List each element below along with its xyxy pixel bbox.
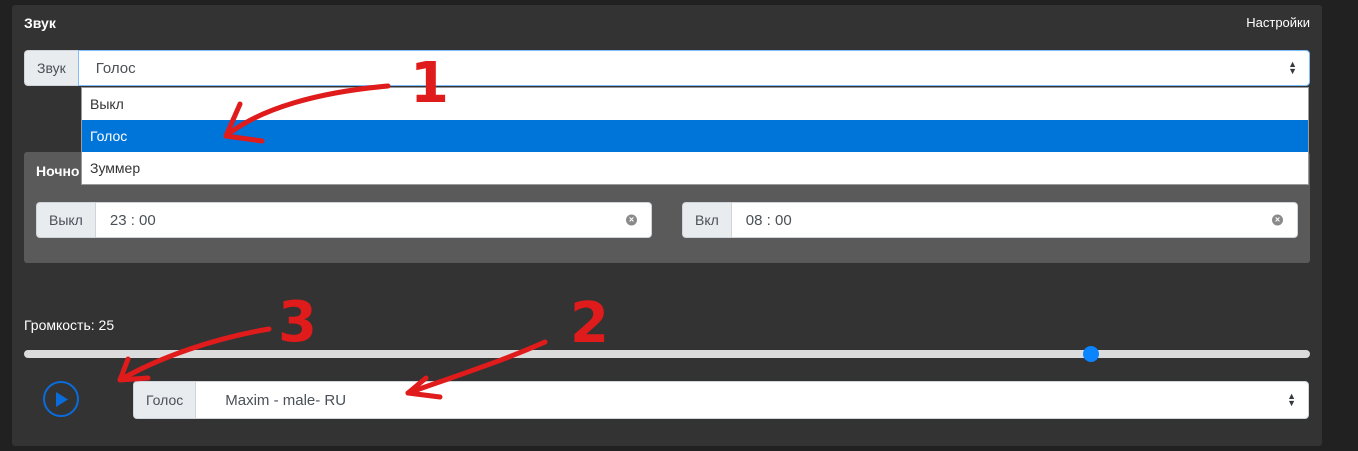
- voice-select-label: Голос: [133, 381, 196, 419]
- volume-slider[interactable]: [24, 346, 1310, 362]
- night-off-group: Выкл 23 : 00 ×: [36, 202, 652, 238]
- dropdown-option[interactable]: Зуммер: [82, 152, 1308, 184]
- sound-select-value: Голос: [95, 59, 136, 77]
- night-off-label: Выкл: [36, 202, 95, 238]
- select-caret-icon: ▲ ▼: [1288, 59, 1297, 76]
- sound-select-label: Звук: [24, 50, 78, 86]
- voice-select[interactable]: Maxim - male- RU ▲ ▼: [195, 381, 1309, 419]
- clear-icon[interactable]: ×: [1272, 214, 1283, 226]
- card-title: Звук: [24, 15, 56, 31]
- night-on-group: Вкл 08 : 00 ×: [682, 202, 1298, 238]
- sound-select[interactable]: Голос ▲ ▼: [77, 50, 1310, 86]
- night-on-label: Вкл: [682, 202, 731, 238]
- voice-select-value: Maxim - male- RU: [225, 391, 347, 409]
- dropdown-option-selected[interactable]: Голос: [82, 120, 1308, 152]
- night-mode-title: Ночно: [36, 163, 80, 179]
- volume-slider-thumb[interactable]: [1083, 346, 1100, 362]
- sound-options-dropdown: Выкл Голос Зуммер: [81, 87, 1309, 185]
- volume-label: Громкость: 25: [24, 317, 115, 333]
- night-on-time-value: 08 : 00: [745, 211, 792, 229]
- select-caret-icon: ▲ ▼: [1287, 391, 1296, 408]
- voice-select-group: Голос Maxim - male- RU ▲ ▼: [133, 381, 1309, 419]
- settings-link[interactable]: Настройки: [1246, 15, 1310, 30]
- play-button[interactable]: [43, 381, 79, 417]
- night-off-time-input[interactable]: 23 : 00 ×: [94, 202, 652, 238]
- play-icon: [56, 392, 68, 407]
- clear-icon[interactable]: ×: [626, 214, 637, 226]
- dropdown-option[interactable]: Выкл: [82, 88, 1308, 120]
- sound-card: Звук Настройки Звук Голос ▲ ▼ Ночно Выкл …: [12, 5, 1322, 446]
- night-off-time-value: 23 : 00: [109, 211, 156, 229]
- night-on-time-input[interactable]: 08 : 00 ×: [730, 202, 1298, 238]
- sound-select-group: Звук Голос ▲ ▼: [24, 50, 1310, 86]
